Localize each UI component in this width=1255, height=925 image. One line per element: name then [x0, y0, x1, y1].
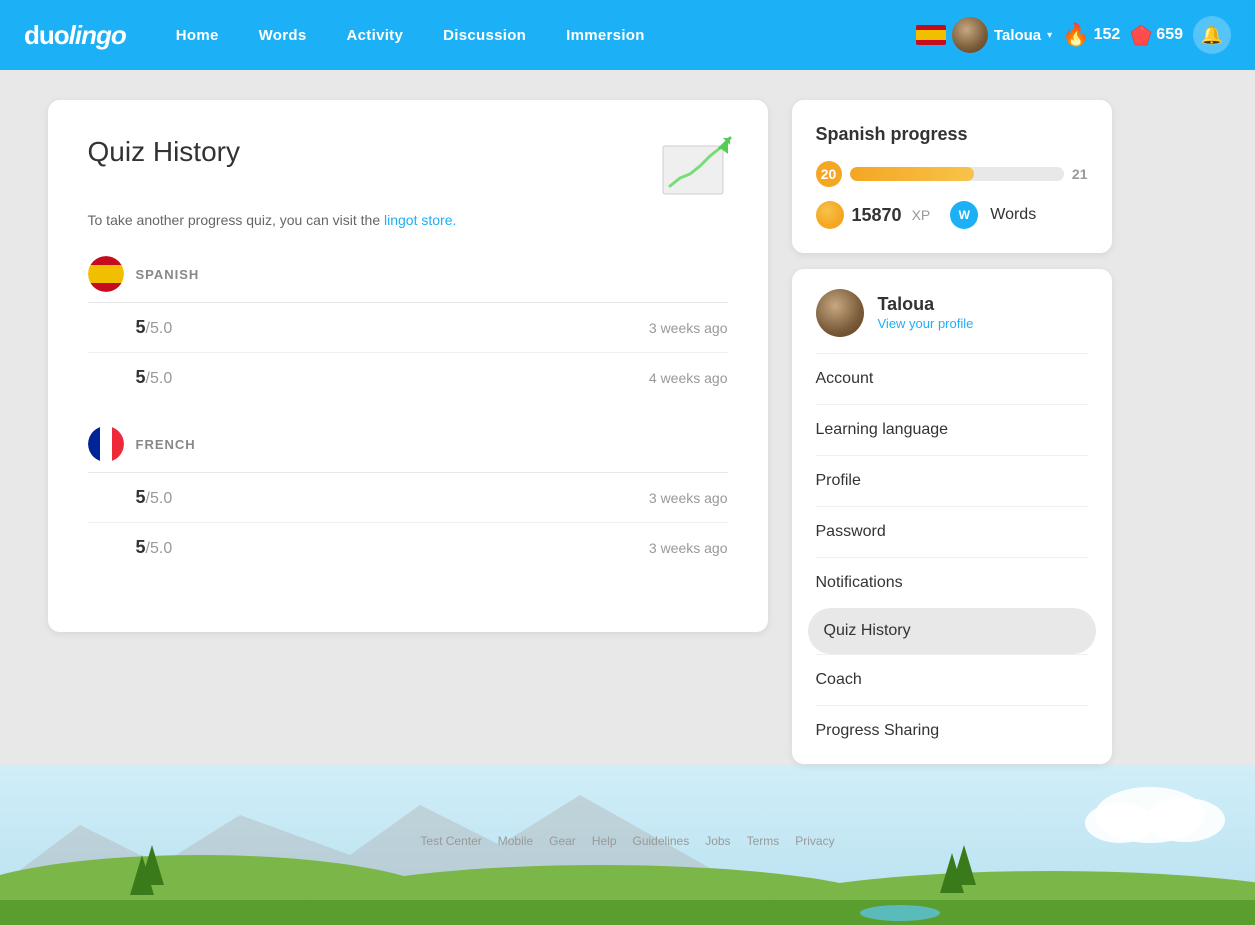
table-row: 5/5.0 3 weeks ago: [88, 473, 728, 523]
footer-link-privacy[interactable]: Privacy: [795, 834, 834, 848]
footer-link-jobs[interactable]: Jobs: [705, 834, 730, 848]
language-header-french: FRENCH: [88, 426, 728, 473]
nav-user[interactable]: Taloua ▾: [916, 17, 1052, 53]
table-row: 5/5.0 3 weeks ago: [88, 523, 728, 572]
flame-icon: 🔥: [1062, 22, 1089, 48]
quiz-card-header: Quiz History: [88, 136, 728, 196]
words-icon: W: [950, 201, 978, 229]
progress-card: Spanish progress 20 21 15870 XP W Words: [792, 100, 1112, 253]
gems-count: 659: [1156, 26, 1183, 44]
footer-link-gear[interactable]: Gear: [549, 834, 576, 848]
xp-label: XP: [912, 207, 931, 223]
xp-value: 15870: [852, 205, 902, 226]
nav-right: Taloua ▾ 🔥 152 659 🔔: [916, 16, 1231, 54]
nav-link-activity[interactable]: Activity: [327, 0, 424, 70]
menu-item-profile[interactable]: Profile: [816, 455, 1088, 506]
french-language-name: FRENCH: [136, 437, 196, 452]
nav-link-immersion[interactable]: Immersion: [546, 0, 665, 70]
quiz-time-f2: 3 weeks ago: [649, 540, 728, 556]
xp-progress-bar: [850, 167, 1064, 181]
right-panel: Spanish progress 20 21 15870 XP W Words: [792, 100, 1112, 764]
quiz-title: Quiz History: [88, 136, 240, 168]
spanish-flag: [88, 256, 124, 292]
level-badge: 20: [816, 161, 842, 187]
nav-avatar-image: [952, 17, 988, 53]
quiz-score-f1: 5/5.0: [136, 487, 649, 508]
quiz-time-s1: 3 weeks ago: [649, 320, 728, 336]
nav-gems: 659: [1130, 24, 1183, 46]
xp-stat: 15870 XP: [816, 201, 931, 229]
menu-item-progress-sharing[interactable]: Progress Sharing: [816, 705, 1088, 756]
navbar: duolingo Home Words Activity Discussion …: [0, 0, 1255, 70]
french-flag: [88, 426, 124, 462]
table-row: 5/5.0 3 weeks ago: [88, 303, 728, 353]
quiz-subtitle: To take another progress quiz, you can v…: [88, 212, 728, 228]
chart-svg: [658, 136, 738, 201]
language-section-french: FRENCH 5/5.0 3 weeks ago 5/5.0 3 weeks a…: [88, 426, 728, 572]
words-label: Words: [990, 206, 1036, 224]
settings-menu: Account Learning language Profile Passwo…: [816, 353, 1088, 756]
gem-svg: [1130, 24, 1152, 46]
menu-item-coach[interactable]: Coach: [816, 654, 1088, 705]
quiz-score-s1: 5/5.0: [136, 317, 649, 338]
nav-flag-spain: [916, 25, 946, 45]
gem-icon: [1130, 24, 1152, 46]
menu-item-quiz-history[interactable]: Quiz History: [808, 608, 1096, 654]
chart-icon: [658, 136, 728, 196]
user-avatar: [816, 289, 864, 337]
nav-link-words[interactable]: Words: [239, 0, 327, 70]
nav-streak: 🔥 152: [1062, 22, 1120, 48]
nav-link-discussion[interactable]: Discussion: [423, 0, 546, 70]
footer: Test Center Mobile Gear Help Guidelines …: [0, 824, 1255, 868]
streak-count: 152: [1094, 26, 1121, 44]
user-card: Taloua View your profile Account Learnin…: [792, 269, 1112, 764]
footer-link-terms[interactable]: Terms: [747, 834, 780, 848]
xp-bar-container: 20 21: [816, 161, 1088, 187]
menu-item-learning-language[interactable]: Learning language: [816, 404, 1088, 455]
nav-avatar: [952, 17, 988, 53]
quiz-time-s2: 4 weeks ago: [649, 370, 728, 386]
table-row: 5/5.0 4 weeks ago: [88, 353, 728, 402]
xp-icon: [816, 201, 844, 229]
nav-link-home[interactable]: Home: [156, 0, 239, 70]
spanish-language-name: SPANISH: [136, 267, 200, 282]
logo[interactable]: duolingo: [24, 20, 126, 51]
menu-item-account[interactable]: Account: [816, 353, 1088, 404]
notification-bell-button[interactable]: 🔔: [1193, 16, 1231, 54]
nav-links: Home Words Activity Discussion Immersion: [156, 0, 916, 70]
chevron-down-icon: ▾: [1047, 30, 1052, 41]
nav-username: Taloua: [994, 27, 1041, 44]
words-stat: W Words: [950, 201, 1036, 229]
view-profile-link[interactable]: View your profile: [878, 316, 974, 331]
footer-link-guidelines[interactable]: Guidelines: [633, 834, 690, 848]
quiz-card: Quiz History To take: [48, 100, 768, 632]
menu-item-notifications[interactable]: Notifications: [816, 557, 1088, 608]
language-header-spanish: SPANISH: [88, 256, 728, 303]
stats-row: 15870 XP W Words: [816, 201, 1088, 229]
menu-item-password[interactable]: Password: [816, 506, 1088, 557]
left-panel: Quiz History To take: [48, 100, 768, 764]
user-info: Taloua View your profile: [816, 289, 1088, 337]
lingot-store-link[interactable]: lingot store.: [384, 212, 456, 228]
quiz-time-f1: 3 weeks ago: [649, 490, 728, 506]
footer-link-mobile[interactable]: Mobile: [498, 834, 533, 848]
quiz-score-s2: 5/5.0: [136, 367, 649, 388]
xp-bar-fill: [850, 167, 974, 181]
main-container: Quiz History To take: [28, 70, 1228, 794]
footer-link-testcenter[interactable]: Test Center: [420, 834, 481, 848]
footer-link-help[interactable]: Help: [592, 834, 617, 848]
progress-title: Spanish progress: [816, 124, 1088, 145]
user-details: Taloua View your profile: [878, 294, 974, 333]
language-section-spanish: SPANISH 5/5.0 3 weeks ago 5/5.0 4 weeks …: [88, 256, 728, 402]
user-name: Taloua: [878, 294, 974, 315]
quiz-score-f2: 5/5.0: [136, 537, 649, 558]
next-level-badge: 21: [1072, 166, 1088, 182]
